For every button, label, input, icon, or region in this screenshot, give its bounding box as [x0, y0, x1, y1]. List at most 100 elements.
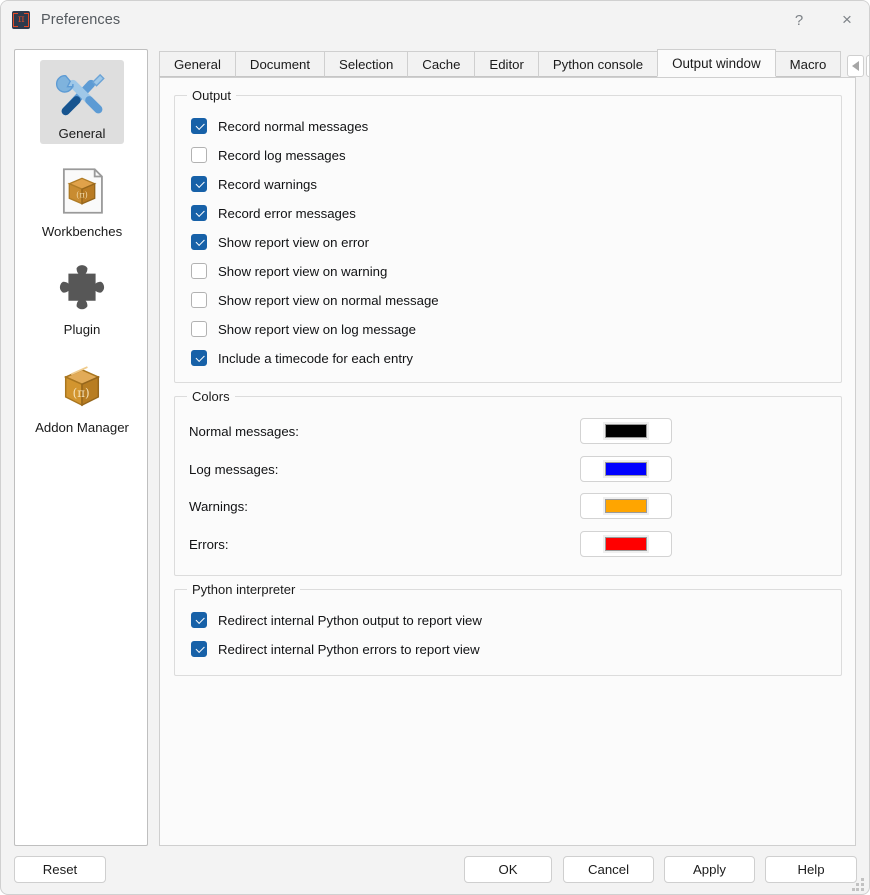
tab-scroll-right-button[interactable]: [866, 55, 870, 77]
tab-scroll-controls: [845, 55, 870, 77]
tab-scroll-left-button[interactable]: [847, 55, 864, 77]
freecad-icon-glyph: π: [18, 15, 24, 25]
color-swatch-frame-warnings: [603, 497, 649, 515]
checkbox-show-report-view-on-normal-message[interactable]: [191, 292, 207, 308]
tab-selection[interactable]: Selection: [324, 51, 408, 77]
tab-general[interactable]: General: [159, 51, 236, 77]
checkbox-label-record-log-messages: Record log messages: [218, 148, 346, 163]
checkbox-row-redirect-python-errors[interactable]: Redirect internal Python errors to repor…: [191, 641, 480, 657]
addon-box-icon: (π): [53, 358, 111, 416]
checkbox-label-record-error-messages: Record error messages: [218, 206, 356, 221]
tab-output-window[interactable]: Output window: [657, 49, 776, 77]
checkbox-label-record-warnings: Record warnings: [218, 177, 317, 192]
color-swatch-frame-log-messages: [603, 460, 649, 478]
color-swatch-warnings: [605, 499, 647, 513]
checkbox-record-error-messages[interactable]: [191, 205, 207, 221]
window-controls: ? ×: [775, 1, 870, 39]
python-interpreter-group-title: Python interpreter: [187, 582, 300, 597]
sidebar-list[interactable]: General (π) Workbenches: [14, 49, 148, 846]
checkbox-row-show-report-view-on-normal-message[interactable]: Show report view on normal message: [191, 292, 439, 308]
color-swatch-frame-errors: [603, 535, 649, 553]
checkbox-redirect-python-output[interactable]: [191, 612, 207, 628]
python-interpreter-group: Python interpreter Redirect internal Pyt…: [174, 589, 842, 676]
checkbox-show-report-view-on-warning[interactable]: [191, 263, 207, 279]
sidebar-item-workbenches-label: Workbenches: [42, 224, 122, 239]
tab-bar: General Document Selection Cache Editor …: [159, 51, 856, 77]
checkbox-row-redirect-python-output[interactable]: Redirect internal Python output to repor…: [191, 612, 482, 628]
reset-button[interactable]: Reset: [14, 856, 106, 883]
tools-icon: [53, 64, 111, 122]
sidebar-item-workbenches[interactable]: (π) Workbenches: [15, 152, 148, 248]
checkbox-redirect-python-errors[interactable]: [191, 641, 207, 657]
checkbox-label-show-report-view-on-error: Show report view on error: [218, 235, 369, 250]
checkbox-label-record-normal-messages: Record normal messages: [218, 119, 368, 134]
color-label-log-messages: Log messages:: [189, 462, 278, 477]
checkbox-label-include-timecode: Include a timecode for each entry: [218, 351, 413, 366]
output-group-title: Output: [187, 88, 236, 103]
workbench-box-icon: (π): [53, 162, 111, 220]
color-button-warnings[interactable]: [580, 493, 672, 519]
sidebar-item-addon-manager-label: Addon Manager: [35, 420, 129, 435]
checkbox-row-record-normal-messages[interactable]: Record normal messages: [191, 118, 368, 134]
checkbox-row-include-timecode[interactable]: Include a timecode for each entry: [191, 350, 413, 366]
color-button-normal-messages[interactable]: [580, 418, 672, 444]
checkbox-row-record-warnings[interactable]: Record warnings: [191, 176, 317, 192]
checkbox-label-show-report-view-on-normal-message: Show report view on normal message: [218, 293, 439, 308]
color-button-errors[interactable]: [580, 531, 672, 557]
sidebar-item-plugin-label: Plugin: [64, 322, 101, 337]
checkbox-label-redirect-python-errors: Redirect internal Python errors to repor…: [218, 642, 480, 657]
color-button-log-messages[interactable]: [580, 456, 672, 482]
close-icon[interactable]: ×: [823, 1, 870, 39]
checkbox-row-record-error-messages[interactable]: Record error messages: [191, 205, 356, 221]
checkbox-show-report-view-on-log-message[interactable]: [191, 321, 207, 337]
color-swatch-errors: [605, 537, 647, 551]
sidebar-item-general[interactable]: General: [15, 54, 148, 150]
dialog-button-bar: Reset OK Cancel Apply Help: [1, 846, 870, 895]
window-title: Preferences: [41, 12, 120, 28]
resize-grip-icon[interactable]: [852, 878, 865, 891]
checkbox-row-show-report-view-on-log-message[interactable]: Show report view on log message: [191, 321, 416, 337]
color-row-log-messages: Log messages:: [189, 456, 829, 482]
color-row-normal-messages: Normal messages:: [189, 418, 829, 444]
checkbox-include-timecode[interactable]: [191, 350, 207, 366]
color-label-normal-messages: Normal messages:: [189, 424, 299, 439]
freecad-icon: π: [12, 11, 30, 29]
colors-group: Colors Normal messages: Log messages:: [174, 396, 842, 576]
help-icon[interactable]: ?: [775, 1, 823, 39]
checkbox-label-show-report-view-on-log-message: Show report view on log message: [218, 322, 416, 337]
colors-group-title: Colors: [187, 389, 235, 404]
checkbox-row-show-report-view-on-warning[interactable]: Show report view on warning: [191, 263, 387, 279]
cancel-button[interactable]: Cancel: [563, 856, 654, 883]
color-label-warnings: Warnings:: [189, 499, 248, 514]
checkbox-show-report-view-on-error[interactable]: [191, 234, 207, 250]
color-row-warnings: Warnings:: [189, 493, 829, 519]
ok-button[interactable]: OK: [464, 856, 552, 883]
tab-cache[interactable]: Cache: [407, 51, 475, 77]
checkbox-record-warnings[interactable]: [191, 176, 207, 192]
checkbox-row-record-log-messages[interactable]: Record log messages: [191, 147, 346, 163]
tab-python-console[interactable]: Python console: [538, 51, 658, 77]
triangle-left-icon: [852, 61, 859, 71]
tab-editor[interactable]: Editor: [474, 51, 538, 77]
sidebar-item-plugin[interactable]: Plugin: [15, 250, 148, 346]
svg-text:(π): (π): [76, 189, 88, 199]
checkbox-record-log-messages[interactable]: [191, 147, 207, 163]
color-swatch-log-messages: [605, 462, 647, 476]
help-button[interactable]: Help: [765, 856, 857, 883]
output-group: Output Record normal messages Record log…: [174, 95, 842, 383]
color-swatch-frame-normal-messages: [603, 422, 649, 440]
sidebar-item-general-label: General: [59, 126, 106, 141]
output-window-tab-page: Output Record normal messages Record log…: [159, 77, 856, 846]
puzzle-piece-icon: [53, 260, 111, 318]
checkbox-label-redirect-python-output: Redirect internal Python output to repor…: [218, 613, 482, 628]
title-bar: π Preferences ? ×: [1, 1, 870, 39]
color-row-errors: Errors:: [189, 531, 829, 557]
checkbox-row-show-report-view-on-error[interactable]: Show report view on error: [191, 234, 369, 250]
preferences-window: π Preferences ? × Ge: [0, 0, 870, 895]
tab-macro[interactable]: Macro: [775, 51, 842, 77]
checkbox-record-normal-messages[interactable]: [191, 118, 207, 134]
apply-button[interactable]: Apply: [664, 856, 755, 883]
checkbox-label-show-report-view-on-warning: Show report view on warning: [218, 264, 387, 279]
sidebar-item-addon-manager[interactable]: (π) Addon Manager: [15, 348, 148, 444]
tab-document[interactable]: Document: [235, 51, 325, 77]
